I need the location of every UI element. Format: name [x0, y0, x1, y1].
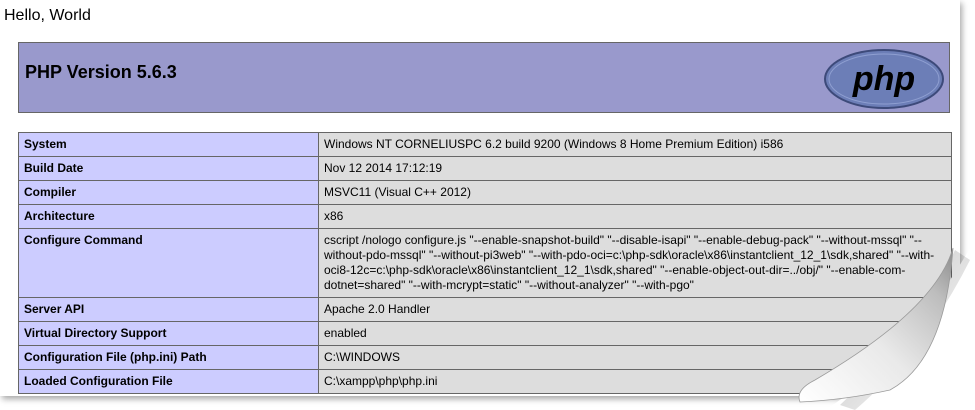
- row-key: Compiler: [18, 180, 319, 205]
- row-key: Configure Command: [18, 228, 319, 298]
- row-key: Architecture: [18, 204, 319, 229]
- table-row: Server API Apache 2.0 Handler: [18, 297, 952, 322]
- greeting-text: Hello, World: [4, 7, 91, 24]
- info-table: System Windows NT CORNELIUSPC 6.2 build …: [18, 132, 952, 394]
- table-row: Virtual Directory Support enabled: [18, 321, 952, 346]
- row-key: Server API: [18, 297, 319, 322]
- table-row: Configuration File (php.ini) Path C:\WIN…: [18, 345, 952, 370]
- table-row: Loaded Configuration File C:\xampp\php\p…: [18, 369, 952, 394]
- row-value: cscript /nologo configure.js "--enable-s…: [318, 228, 952, 298]
- table-row: Configure Command cscript /nologo config…: [18, 228, 952, 298]
- row-key: Configuration File (php.ini) Path: [18, 345, 319, 370]
- row-value: C:\WINDOWS: [318, 345, 952, 370]
- row-value: enabled: [318, 321, 952, 346]
- row-key: Virtual Directory Support: [18, 321, 319, 346]
- row-value: Windows NT CORNELIUSPC 6.2 build 9200 (W…: [318, 132, 952, 157]
- php-info-page: Hello, World PHP Version 5.6.3 php Syste…: [0, 0, 960, 396]
- table-row: Architecture x86: [18, 204, 952, 229]
- row-value: C:\xampp\php\php.ini: [318, 369, 952, 394]
- table-row: System Windows NT CORNELIUSPC 6.2 build …: [18, 132, 952, 157]
- row-key: Build Date: [18, 156, 319, 181]
- phpinfo-header: PHP Version 5.6.3 php: [18, 42, 950, 113]
- row-value: x86: [318, 204, 952, 229]
- table-row: Build Date Nov 12 2014 17:12:19: [18, 156, 952, 181]
- table-row: Compiler MSVC11 (Visual C++ 2012): [18, 180, 952, 205]
- row-key: System: [18, 132, 319, 157]
- page-title: PHP Version 5.6.3: [25, 62, 177, 82]
- row-value: Apache 2.0 Handler: [318, 297, 952, 322]
- row-value: MSVC11 (Visual C++ 2012): [318, 180, 952, 205]
- row-value: Nov 12 2014 17:12:19: [318, 156, 952, 181]
- logo-text: php: [852, 60, 915, 98]
- row-key: Loaded Configuration File: [18, 369, 319, 394]
- php-logo-icon: php: [824, 49, 944, 109]
